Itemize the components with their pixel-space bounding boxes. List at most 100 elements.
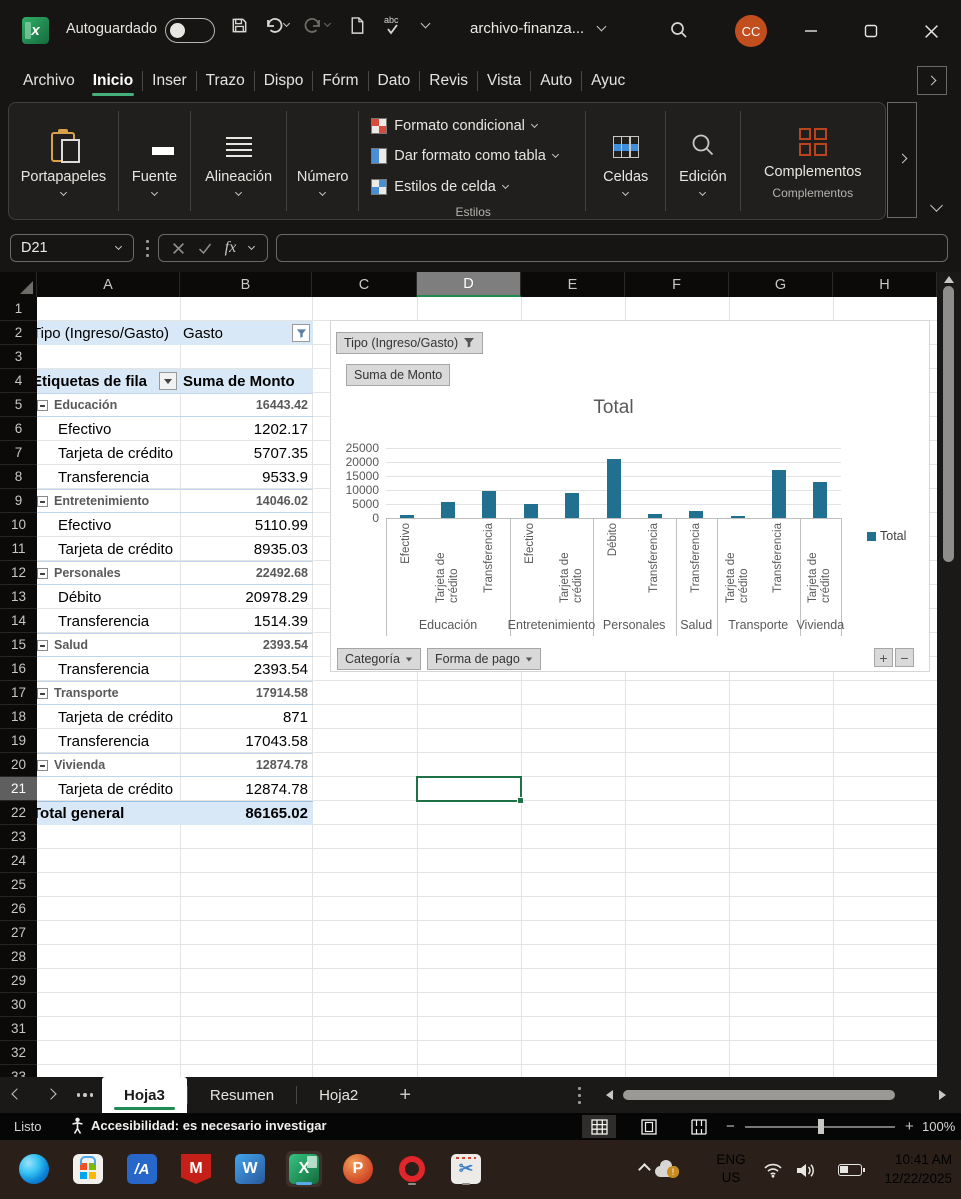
row-header-24[interactable]: 24 xyxy=(0,849,37,873)
undo-dropdown-icon[interactable] xyxy=(282,19,291,28)
tab-auto[interactable]: Auto xyxy=(531,62,581,100)
tab-form[interactable]: Fórm xyxy=(313,62,367,100)
pivot-row-total-general-22[interactable]: Total general 86165.02 xyxy=(37,801,313,825)
row-header-17[interactable]: 17 xyxy=(0,681,37,705)
chart-bar-tarjeta-de-credito-8[interactable] xyxy=(730,515,745,518)
estilos-de-celda-button[interactable]: Estilos de celda xyxy=(371,172,575,202)
tab-trazo[interactable]: Trazo xyxy=(197,62,254,100)
fuente-group-button[interactable]: Fuente xyxy=(119,103,190,219)
normal-view-button[interactable] xyxy=(582,1115,616,1138)
accessibility-status[interactable]: Accesibilidad: es necesario investigar xyxy=(70,1117,327,1134)
sheet-list-icon[interactable] xyxy=(68,1077,102,1113)
pivot-row-transferencia-19[interactable]: Transferencia 17043.58 xyxy=(37,729,313,753)
edicion-group-button[interactable]: Edición xyxy=(666,103,739,219)
scroll-right-icon[interactable] xyxy=(939,1090,946,1100)
pivot-row-tarjeta-de-credito-11[interactable]: Tarjeta de crédito 8935.03 xyxy=(37,537,313,561)
hscroll-track[interactable] xyxy=(619,1089,933,1101)
wifi-icon[interactable] xyxy=(763,1162,783,1183)
collapse-icon[interactable] xyxy=(37,639,48,651)
pivot-row-entretenimiento-9[interactable]: Entretenimiento 14046.02 xyxy=(37,489,313,513)
pivot-row-tarjeta-de-credito-21[interactable]: Tarjeta de crédito 12874.78 xyxy=(37,777,313,801)
minimize-button[interactable] xyxy=(798,18,824,44)
scroll-up-icon[interactable] xyxy=(944,276,954,283)
tray-expand-icon[interactable] xyxy=(638,1163,651,1176)
collapse-ribbon-icon[interactable] xyxy=(922,196,950,218)
row-header-3[interactable]: 3 xyxy=(0,345,37,369)
chart-bar-efectivo-0[interactable] xyxy=(399,514,414,518)
pivot-row-tarjeta-de-credito-7[interactable]: Tarjeta de crédito 5707.35 xyxy=(37,441,313,465)
row-header-32[interactable]: 32 xyxy=(0,1041,37,1065)
tab-ayuc[interactable]: Ayuc xyxy=(582,62,634,100)
chart-filter-field-button[interactable]: Tipo (Ingreso/Gasto) xyxy=(336,332,484,354)
onedrive-icon[interactable]: ! xyxy=(655,1160,679,1178)
chart-bar-efectivo-3[interactable] xyxy=(523,503,538,518)
column-header-g[interactable]: G xyxy=(729,272,833,297)
zoom-in-icon[interactable]: + xyxy=(905,1118,914,1135)
tab-archivo[interactable]: Archivo xyxy=(14,62,84,100)
add-sheet-button[interactable]: + xyxy=(380,1077,430,1113)
sheet-tab-hoja2[interactable]: Hoja2 xyxy=(297,1077,380,1113)
name-box[interactable]: D21 xyxy=(10,234,134,262)
sheet-tab-resumen[interactable]: Resumen xyxy=(188,1077,296,1113)
chart-axis-field-button-categoria[interactable]: Categoría xyxy=(337,648,421,670)
vertical-scrollbar[interactable] xyxy=(937,272,961,1077)
document-title[interactable]: archivo-finanza... xyxy=(470,20,584,37)
row-header-8[interactable]: 8 xyxy=(0,465,37,489)
row-header-20[interactable]: 20 xyxy=(0,753,37,777)
zoom-level[interactable]: 100% xyxy=(922,1119,955,1134)
numero-group-button[interactable]: Número xyxy=(287,103,358,219)
snip-taskbar-icon[interactable]: ✂ xyxy=(448,1151,484,1187)
row-header-28[interactable]: 28 xyxy=(0,945,37,969)
column-header-d[interactable]: D xyxy=(417,272,521,297)
pivot-header-row[interactable]: Etiquetas de fila Suma de Monto xyxy=(37,369,313,393)
row-header-27[interactable]: 27 xyxy=(0,921,37,945)
row-header-1[interactable]: 1 xyxy=(0,297,37,321)
prev-sheet-icon[interactable] xyxy=(0,1077,34,1113)
sheet-tab-hoja3[interactable]: Hoja3 xyxy=(102,1077,187,1113)
next-sheet-icon[interactable] xyxy=(34,1077,68,1113)
selected-cell[interactable] xyxy=(416,776,524,804)
celdas-group-button[interactable]: Celdas xyxy=(586,103,665,219)
tab-revis[interactable]: Revis xyxy=(420,62,477,100)
row-header-19[interactable]: 19 xyxy=(0,729,37,753)
ribbon-overflow-button[interactable] xyxy=(887,102,917,218)
formula-input[interactable] xyxy=(276,234,948,262)
row-header-11[interactable]: 11 xyxy=(0,537,37,561)
row-header-22[interactable]: 22 xyxy=(0,801,37,825)
row-header-2[interactable]: 2 xyxy=(0,321,37,345)
chart-value-field-button[interactable]: Suma de Monto xyxy=(346,364,451,386)
tab-vista[interactable]: Vista xyxy=(478,62,530,100)
scroll-left-icon[interactable] xyxy=(606,1090,613,1100)
row-header-7[interactable]: 7 xyxy=(0,441,37,465)
opera-taskbar-icon[interactable] xyxy=(394,1151,430,1187)
insert-function-icon[interactable]: fx xyxy=(225,239,237,257)
tab-inicio[interactable]: Inicio xyxy=(84,62,142,100)
column-header-f[interactable]: F xyxy=(625,272,729,297)
worksheet-grid[interactable]: A B C D E F G H 1 2 3 4 5 6 7 8 9 10 11 12 13 14 15 16 17 18 19 20 2… xyxy=(0,272,961,1077)
chart-bar-transferencia-2[interactable] xyxy=(482,491,497,518)
chart-axis-field-button-forma-de-pago[interactable]: Forma de pago xyxy=(427,648,541,670)
pivot-row-personales-12[interactable]: Personales 22492.68 xyxy=(37,561,313,585)
row-header-26[interactable]: 26 xyxy=(0,897,37,921)
collapse-icon[interactable] xyxy=(37,567,48,579)
store-taskbar-icon[interactable] xyxy=(70,1151,106,1187)
row-header-25[interactable]: 25 xyxy=(0,873,37,897)
tab-dispo[interactable]: Dispo xyxy=(255,62,313,100)
pivot-chart[interactable]: Tipo (Ingreso/Gasto) Suma de Monto Total 0 5… xyxy=(330,320,930,672)
pivot-row-transferencia-14[interactable]: Transferencia 1514.39 xyxy=(37,609,313,633)
chart-bar-transferencia-9[interactable] xyxy=(771,470,786,518)
powerpoint-taskbar-icon[interactable]: P xyxy=(340,1151,376,1187)
tab-inser[interactable]: Inser xyxy=(143,62,195,100)
autosave-toggle[interactable] xyxy=(165,18,215,43)
portapapeles-group-button[interactable]: Portapapeles xyxy=(9,103,118,219)
addins-group-button[interactable]: Complementos Complementos xyxy=(741,103,885,219)
collapse-icon[interactable] xyxy=(37,687,48,699)
page-break-view-button[interactable] xyxy=(682,1115,716,1138)
document-icon[interactable] xyxy=(346,14,368,36)
confirm-entry-icon[interactable] xyxy=(198,242,212,255)
chart-bar-tarjeta-de-credito-4[interactable] xyxy=(565,492,580,518)
pivot-row-educacion-5[interactable]: Educación 16443.42 xyxy=(37,393,313,417)
chart-bar-transferencia-6[interactable] xyxy=(647,513,662,518)
pivot-row-tarjeta-de-credito-18[interactable]: Tarjeta de crédito 871 xyxy=(37,705,313,729)
battery-icon[interactable] xyxy=(838,1164,865,1176)
